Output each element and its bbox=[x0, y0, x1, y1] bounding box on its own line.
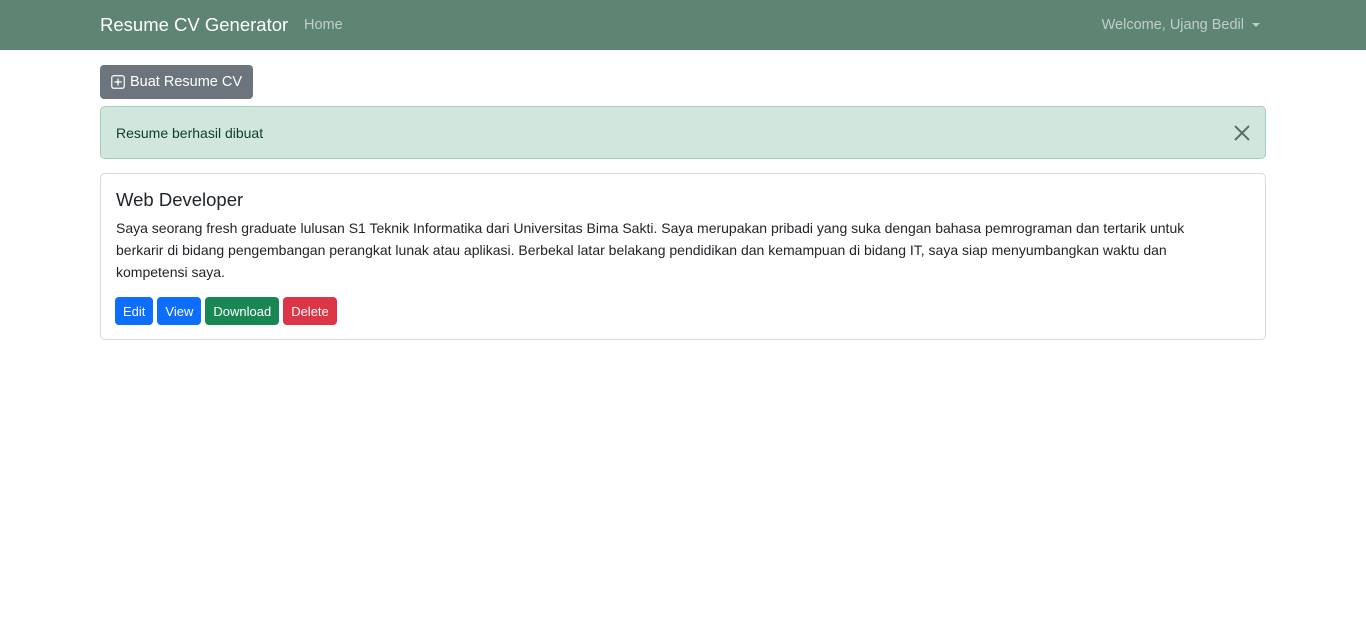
user-menu-label: Welcome, Ujang Bedil bbox=[1101, 17, 1244, 33]
success-alert: Resume berhasil dibuat bbox=[100, 106, 1266, 159]
edit-button[interactable]: Edit bbox=[115, 297, 154, 325]
alert-message: Resume berhasil dibuat bbox=[116, 125, 264, 141]
create-resume-button[interactable]: Buat Resume CV bbox=[100, 65, 253, 99]
brand-link[interactable]: Resume CV Generator bbox=[100, 13, 288, 37]
view-button[interactable]: View bbox=[157, 297, 202, 325]
close-icon[interactable] bbox=[1233, 124, 1251, 142]
download-button[interactable]: Download bbox=[205, 297, 280, 325]
navbar: Resume CV Generator Home Welcome, Ujang … bbox=[0, 0, 1366, 50]
create-resume-label: Buat Resume CV bbox=[130, 74, 243, 90]
plus-square-icon bbox=[111, 75, 125, 89]
resume-actions: Edit View Download Delete bbox=[115, 297, 341, 325]
caret-down-icon bbox=[1252, 23, 1260, 27]
user-menu-dropdown[interactable]: Welcome, Ujang Bedil bbox=[1102, 15, 1260, 35]
delete-button[interactable]: Delete bbox=[283, 297, 337, 325]
resume-card: Web Developer Saya seorang fresh graduat… bbox=[100, 173, 1266, 340]
resume-summary: Saya seorang fresh graduate lulusan S1 T… bbox=[116, 220, 1185, 280]
resume-title: Web Developer bbox=[116, 189, 244, 210]
nav-home-link[interactable]: Home bbox=[304, 15, 343, 35]
